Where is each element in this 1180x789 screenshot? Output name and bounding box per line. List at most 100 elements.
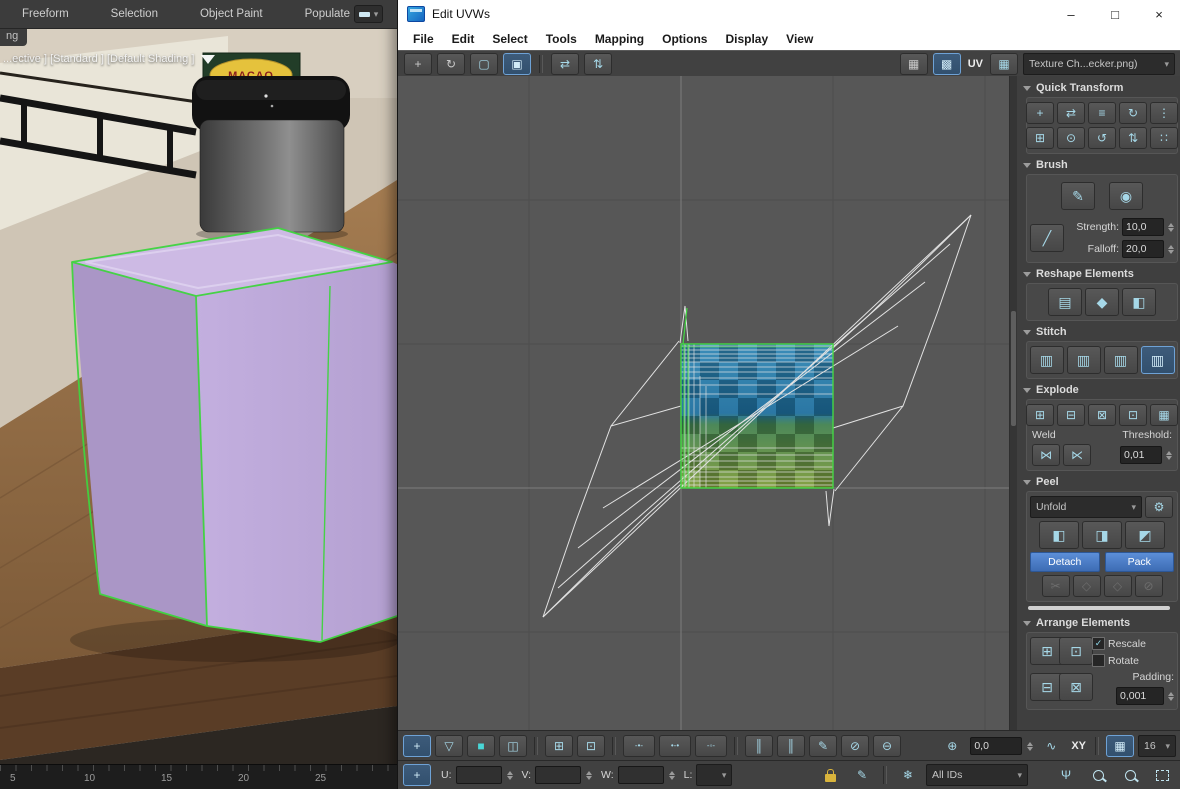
qt-align-vertical-button[interactable]: ⇅ xyxy=(1119,127,1147,149)
brush-falloff-curve-button[interactable]: ╱ xyxy=(1030,224,1064,252)
qt-align-horizontal-button[interactable]: ⇄ xyxy=(1057,102,1085,124)
pack-custom-button[interactable]: ⊠ xyxy=(1059,672,1093,701)
padding-field[interactable]: 0,001 xyxy=(1116,687,1164,705)
pelt-map-button[interactable]: ◩ xyxy=(1125,521,1165,549)
scrollbar-thumb[interactable] xyxy=(1011,311,1016,426)
weld-threshold-spinner[interactable] xyxy=(1166,450,1172,460)
close-button[interactable]: × xyxy=(1137,0,1180,28)
weld-all-button[interactable]: ⋉ xyxy=(1063,444,1091,466)
qt-center-pivot-button[interactable]: ⊙ xyxy=(1057,127,1085,149)
snap-toggle-button[interactable]: ▩ xyxy=(932,53,961,75)
padding-spinner[interactable] xyxy=(1168,691,1174,701)
rotate-tool-button[interactable]: ↻ xyxy=(437,53,465,75)
shrink-selection-button[interactable]: ⊡ xyxy=(577,735,605,757)
rollout-header-arrange[interactable]: Arrange Elements xyxy=(1020,615,1178,632)
strength-field[interactable]: 10,0 xyxy=(1122,218,1164,236)
reset-seams-button[interactable]: ⊘ xyxy=(1134,575,1163,597)
viewport-3d-scene[interactable]: МАСАО xyxy=(0,28,397,765)
pan-tool-button[interactable]: Ψ xyxy=(1052,764,1080,786)
falloff-fast-button[interactable]: -◦- xyxy=(695,735,727,757)
scale-tool-button[interactable]: ▢ xyxy=(470,53,498,75)
freeze-selected-button[interactable]: ❄ xyxy=(894,764,922,786)
zoom-extents-button[interactable] xyxy=(1116,764,1144,786)
rollout-header-brush[interactable]: Brush xyxy=(1020,157,1178,174)
point-to-point-seam-button[interactable]: ◇ xyxy=(1072,575,1101,597)
move-tool-button[interactable]: + xyxy=(404,53,432,75)
break-button[interactable]: ⊡ xyxy=(1119,404,1147,426)
peel-settings-button[interactable]: ⚙ xyxy=(1145,496,1173,518)
grid-size-dropdown[interactable]: 16 ▾ xyxy=(1138,735,1176,757)
menu-tools[interactable]: Tools xyxy=(537,32,586,46)
quick-peel-button[interactable]: ◧ xyxy=(1039,521,1079,549)
convert-edge-to-seam-button[interactable]: ◇ xyxy=(1103,575,1132,597)
stitch-custom-button[interactable]: ▥ xyxy=(1029,346,1064,374)
qt-move-button[interactable]: + xyxy=(1026,102,1054,124)
u-spinner[interactable] xyxy=(506,770,513,780)
paint-select-button[interactable]: ✎ xyxy=(809,735,837,757)
rescale-checkbox[interactable]: ✓ xyxy=(1092,637,1105,650)
qt-rotate-ccw-button[interactable]: ↺ xyxy=(1088,127,1116,149)
stitch-to-source-button[interactable]: ▥ xyxy=(1103,346,1138,374)
uv-editor-viewport[interactable] xyxy=(398,76,1010,731)
stitch-to-average-button[interactable]: ▥ xyxy=(1140,346,1175,374)
grid-snap-button[interactable]: ▦ xyxy=(1106,735,1134,757)
rollout-header-explode[interactable]: Explode xyxy=(1020,382,1178,399)
rollout-header-peel[interactable]: Peel xyxy=(1020,474,1178,491)
falloff-linear-button[interactable]: •-• xyxy=(659,735,691,757)
ribbon-minimize-control[interactable]: ▾ xyxy=(354,5,383,23)
peel-mode-button[interactable]: ◨ xyxy=(1082,521,1122,549)
qt-align-edges-button[interactable]: ≡ xyxy=(1088,102,1116,124)
falloff-field[interactable]: 20,0 xyxy=(1122,240,1164,258)
face-mode-button[interactable]: ■ xyxy=(467,735,495,757)
qt-snap-grid-button[interactable]: ⊞ xyxy=(1026,127,1054,149)
texture-selector-dropdown[interactable]: Texture Ch...ecker.png) ▾ xyxy=(1023,53,1175,75)
mirror-horizontal-button[interactable]: ⇄ xyxy=(551,53,579,75)
mirror-vertical-button[interactable]: ⇅ xyxy=(584,53,612,75)
straighten-selection-button[interactable]: ▤ xyxy=(1048,288,1082,316)
ribbon-tab-object-paint[interactable]: Object Paint xyxy=(196,8,267,20)
l-dropdown[interactable]: ▾ xyxy=(696,764,733,786)
ribbon-tab-selection[interactable]: Selection xyxy=(107,8,162,20)
relax-tool-button[interactable]: ◧ xyxy=(1122,288,1156,316)
paint-move-brush-button[interactable]: ✎ xyxy=(1061,182,1095,210)
rotate-checkbox[interactable] xyxy=(1092,654,1105,667)
rollout-header-stitch[interactable]: Stitch xyxy=(1020,324,1178,341)
flatten-custom-button[interactable]: ▦ xyxy=(1150,404,1178,426)
absolute-typein-button[interactable]: + xyxy=(403,764,431,786)
edge-ring-button[interactable]: ║ xyxy=(777,735,805,757)
panel-scrollbar-horizontal[interactable] xyxy=(1028,606,1170,610)
move-subobject-button[interactable]: + xyxy=(403,735,431,757)
weld-threshold-field[interactable]: 0,01 xyxy=(1120,446,1162,464)
element-mode-button[interactable]: ◫ xyxy=(499,735,527,757)
timeline-ruler[interactable]: 5 10 15 20 25 xyxy=(0,764,397,789)
falloff-smooth-button[interactable]: -•- xyxy=(623,735,655,757)
pivot-control-button[interactable]: ⊕ xyxy=(938,735,966,757)
viewport-label[interactable]: ...ective ] [Standard ] [Default Shading… xyxy=(3,53,216,65)
zoom-region-button[interactable] xyxy=(1148,764,1176,786)
menu-display[interactable]: Display xyxy=(716,32,777,46)
show-grid-button[interactable]: ▦ xyxy=(899,53,928,75)
ribbon-tab-partial[interactable]: ng xyxy=(0,28,28,46)
edit-seams-button[interactable]: ✂ xyxy=(1041,575,1070,597)
soft-selection-curve-button[interactable]: ∿ xyxy=(1037,735,1065,757)
pivot-coordinate-field[interactable]: 0,0 xyxy=(970,737,1023,755)
minimize-button[interactable]: – xyxy=(1049,0,1093,28)
maximize-button[interactable]: □ xyxy=(1093,0,1137,28)
weld-selected-button[interactable]: ⋈ xyxy=(1032,444,1060,466)
peel-mode-dropdown[interactable]: Unfold ▾ xyxy=(1030,496,1142,518)
freeform-mode-button[interactable]: ▣ xyxy=(503,53,531,75)
qt-space-horizontal-button[interactable]: ⋮ xyxy=(1150,102,1178,124)
detach-button[interactable]: Detach xyxy=(1030,552,1100,572)
pack-together-button[interactable]: ⊡ xyxy=(1059,637,1093,665)
flatten-by-polygon-button[interactable]: ⊠ xyxy=(1088,404,1116,426)
v-field[interactable] xyxy=(535,766,582,784)
flatten-by-material-button[interactable]: ⊟ xyxy=(1057,404,1085,426)
pack-button[interactable]: Pack xyxy=(1104,552,1174,572)
w-field[interactable] xyxy=(617,766,664,784)
ribbon-tab-populate[interactable]: Populate xyxy=(301,8,354,20)
menu-options[interactable]: Options xyxy=(653,32,716,46)
strength-spinner[interactable] xyxy=(1168,222,1174,232)
menu-select[interactable]: Select xyxy=(483,32,536,46)
menu-view[interactable]: View xyxy=(777,32,822,46)
menu-file[interactable]: File xyxy=(404,32,443,46)
